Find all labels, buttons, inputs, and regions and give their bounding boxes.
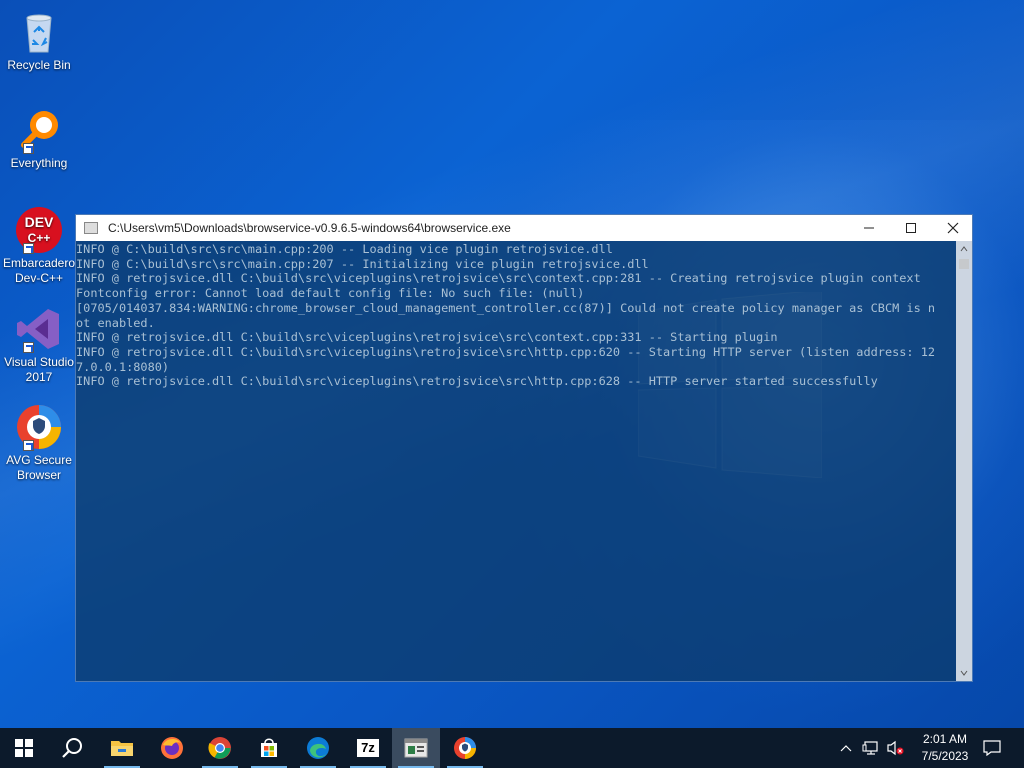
- console-line: INFO @ retrojsvice.dll C:\build\src\vice…: [76, 344, 936, 359]
- console-title: C:\Users\vm5\Downloads\browservice-v0.9.…: [108, 221, 511, 235]
- chevron-up-icon: [840, 745, 852, 752]
- console-line: INFO @ retrojsvice.dll C:\build\src\vice…: [76, 271, 921, 286]
- chrome-icon: [208, 737, 231, 759]
- taskbar: 7z 2:01 AM 7/5/2023: [0, 728, 1024, 768]
- close-icon: [947, 222, 959, 234]
- console-output[interactable]: INFO @ C:\build\src\src\main.cpp:200 -- …: [76, 241, 956, 681]
- desktop-icon-visual-studio[interactable]: Visual Studio 2017: [0, 305, 78, 385]
- vertical-scrollbar[interactable]: [956, 241, 972, 681]
- desktop-icon-devcpp[interactable]: DEV C++ Embarcadero Dev-C++: [0, 206, 78, 286]
- firefox-icon: [161, 737, 183, 759]
- network-status-button[interactable]: [860, 728, 882, 768]
- scroll-down-button[interactable]: [956, 665, 972, 681]
- console-line: INFO @ C:\build\src\src\main.cpp:207 -- …: [76, 256, 649, 271]
- shortcut-arrow-icon: [23, 243, 34, 254]
- console-line: INFO @ retrojsvice.dll C:\build\src\vice…: [76, 330, 778, 345]
- console-line: Fontconfig error: Cannot load default co…: [76, 286, 585, 301]
- action-center-button[interactable]: [978, 728, 1006, 768]
- console-icon: [404, 738, 428, 758]
- taskbar-file-explorer[interactable]: [98, 728, 146, 768]
- everything-search-icon: [15, 106, 63, 154]
- start-button[interactable]: [0, 728, 48, 768]
- desktop-icon-label: AVG Secure Browser: [6, 453, 72, 482]
- avg-browser-icon: [454, 737, 476, 759]
- devcpp-icon-text-dev: DEV: [25, 214, 54, 230]
- console-line: 7.0.0.1:8080): [76, 359, 170, 374]
- taskbar-browservice-console[interactable]: [392, 728, 440, 768]
- taskbar-microsoft-store[interactable]: [245, 728, 293, 768]
- volume-button[interactable]: [884, 728, 906, 768]
- console-app-icon: [84, 222, 98, 234]
- chevron-up-icon: [960, 246, 968, 252]
- clock-date: 7/5/2023: [921, 749, 969, 763]
- taskbar-chrome[interactable]: [196, 728, 244, 768]
- desktop: Recycle Bin Everything DEV C++ Embarcade…: [0, 0, 1024, 728]
- taskbar-clock[interactable]: 2:01 AM 7/5/2023: [914, 731, 976, 765]
- desktop-icon-label: Recycle Bin: [7, 58, 71, 72]
- 7zip-icon-label: 7z: [361, 740, 375, 755]
- console-line: ot enabled.: [76, 315, 155, 330]
- minimize-button[interactable]: [848, 215, 890, 241]
- desktop-icon-recycle-bin[interactable]: Recycle Bin: [0, 8, 78, 73]
- edge-icon: [307, 737, 329, 759]
- chevron-down-icon: [960, 670, 968, 676]
- maximize-icon: [906, 223, 916, 233]
- desktop-icon-label: Visual Studio 2017: [4, 355, 74, 384]
- visual-studio-icon: [15, 305, 63, 353]
- console-line: [0705/014037.834:WARNING:chrome_browser_…: [76, 300, 936, 315]
- recycle-bin-icon: [15, 8, 63, 56]
- taskbar-firefox[interactable]: [148, 728, 196, 768]
- scrollbar-thumb[interactable]: [959, 259, 969, 269]
- windows-logo-icon: [15, 739, 33, 757]
- avg-secure-browser-icon: [15, 403, 63, 451]
- console-titlebar[interactable]: C:\Users\vm5\Downloads\browservice-v0.9.…: [76, 215, 972, 241]
- search-button[interactable]: [48, 728, 96, 768]
- taskbar-avg-secure-browser[interactable]: [441, 728, 489, 768]
- scroll-up-button[interactable]: [956, 241, 972, 257]
- minimize-icon: [864, 227, 874, 229]
- store-icon: [261, 738, 277, 757]
- close-button[interactable]: [932, 215, 974, 241]
- show-hidden-icons-button[interactable]: [836, 728, 856, 768]
- clock-time: 2:01 AM: [922, 732, 968, 746]
- 7zip-icon: 7z: [357, 739, 379, 757]
- desktop-icon-label: Everything: [10, 156, 68, 170]
- devcpp-icon: DEV C++: [15, 206, 63, 254]
- desktop-icon-label: Embarcadero Dev-C++: [2, 256, 76, 285]
- search-icon: [62, 738, 82, 758]
- network-icon: [862, 741, 878, 755]
- shortcut-arrow-icon: [23, 440, 34, 451]
- maximize-button[interactable]: [890, 215, 932, 241]
- desktop-icon-everything[interactable]: Everything: [0, 106, 78, 171]
- notification-icon: [983, 740, 1001, 756]
- console-line: INFO @ retrojsvice.dll C:\build\src\vice…: [76, 374, 878, 389]
- taskbar-7zip[interactable]: 7z: [344, 728, 392, 768]
- console-window[interactable]: C:\Users\vm5\Downloads\browservice-v0.9.…: [75, 214, 973, 682]
- desktop-icon-avg-browser[interactable]: AVG Secure Browser: [0, 403, 78, 483]
- console-line: INFO @ C:\build\src\src\main.cpp:200 -- …: [76, 242, 613, 256]
- volume-muted-icon: [887, 740, 904, 756]
- shortcut-arrow-icon: [23, 143, 34, 154]
- shortcut-arrow-icon: [23, 342, 34, 353]
- folder-icon: [111, 741, 133, 756]
- taskbar-edge[interactable]: [294, 728, 342, 768]
